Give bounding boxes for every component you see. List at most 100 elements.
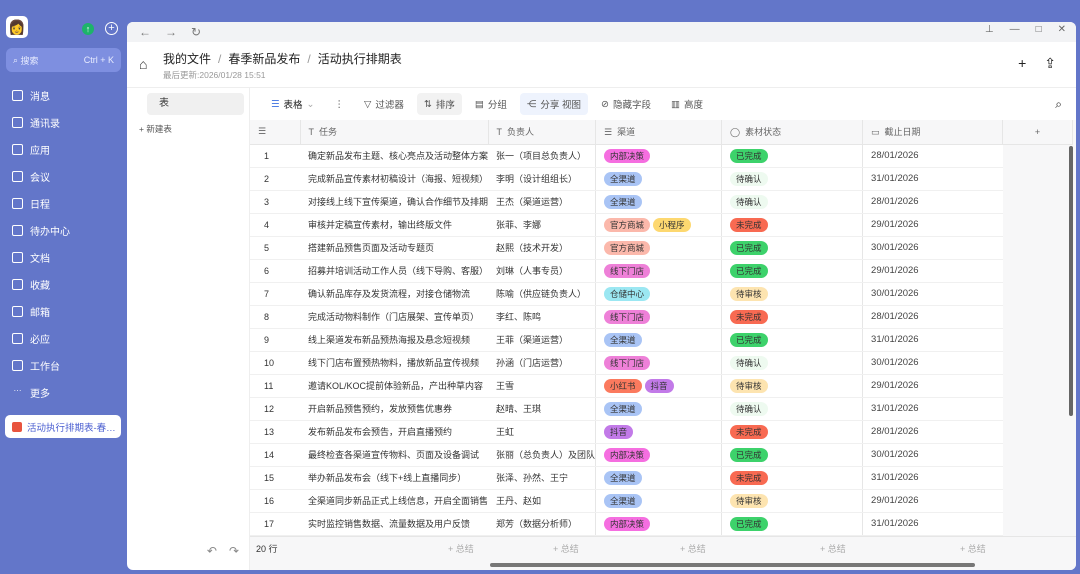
table-tab[interactable]: 表 (147, 93, 244, 115)
home-icon[interactable]: ⌂ (139, 56, 147, 72)
status-cell[interactable]: 已完成 (721, 259, 863, 283)
status-cell[interactable]: 待确认 (721, 167, 863, 191)
sidebar-item[interactable]: 邮箱 (0, 298, 127, 325)
task-cell[interactable]: 确认新品库存及发货流程，对接仓储物流 (300, 282, 489, 306)
owner-cell[interactable]: 赵晴、王琪 (488, 397, 597, 421)
deadline-cell[interactable]: 29/01/2026 (862, 259, 1003, 283)
vertical-scrollbar[interactable] (1069, 146, 1073, 416)
table-row[interactable]: 13 发布新品发布会预告，开启直播预约 王虹 抖音 未完成 28/01/2026 (250, 420, 1073, 444)
channel-cell[interactable]: 抖音 (595, 420, 722, 444)
task-cell[interactable]: 招募并培训活动工作人员（线下导购、客服） (300, 259, 489, 283)
new-table-button[interactable]: + 新建表 (139, 123, 249, 135)
channel-cell[interactable]: 仓储中心 (595, 282, 722, 306)
table-row[interactable]: 7 确认新品库存及发货流程，对接仓储物流 陈喻（供应链负责人） 仓储中心 待审核… (250, 282, 1073, 306)
channel-cell[interactable]: 内部决策 (595, 512, 722, 536)
task-cell[interactable]: 审核并定稿宣传素材，输出终版文件 (300, 213, 489, 237)
channel-cell[interactable]: 全渠道 (595, 466, 722, 490)
refresh-icon[interactable]: ↻ (191, 25, 201, 39)
row-height-button[interactable]: ▥ 高度 (664, 93, 710, 115)
column-header-owner[interactable]: T 负责人 (488, 120, 597, 145)
status-cell[interactable]: 待审核 (721, 489, 863, 513)
deadline-cell[interactable]: 30/01/2026 (862, 443, 1003, 467)
sidebar-item[interactable]: 收藏 (0, 271, 127, 298)
task-cell[interactable]: 实时监控销售数据、流量数据及用户反馈 (300, 512, 489, 536)
task-cell[interactable]: 邀请KOL/KOC提前体验新品，产出种草内容 (300, 374, 489, 398)
pin-icon[interactable]: ⊥ (985, 24, 994, 35)
table-row[interactable]: 15 举办新品发布会（线下+线上直播同步） 张泽、孙然、王宁 全渠道 未完成 3… (250, 466, 1073, 490)
task-cell[interactable]: 线下门店布置预热物料，播放新品宣传视频 (300, 351, 489, 375)
deadline-cell[interactable]: 29/01/2026 (862, 374, 1003, 398)
owner-cell[interactable]: 王菲（渠道运营） (488, 328, 597, 352)
deadline-cell[interactable]: 31/01/2026 (862, 512, 1003, 536)
channel-cell[interactable]: 线下门店 (595, 259, 722, 283)
channel-cell[interactable]: 内部决策 (595, 144, 722, 168)
sort-button[interactable]: ⇅ 排序 (416, 93, 462, 115)
status-cell[interactable]: 已完成 (721, 443, 863, 467)
task-cell[interactable]: 线上渠道发布新品预热海报及悬念短视频 (300, 328, 489, 352)
owner-cell[interactable]: 赵熙（技术开发） (488, 236, 597, 260)
task-cell[interactable]: 举办新品发布会（线下+线上直播同步） (300, 466, 489, 490)
status-cell[interactable]: 未完成 (721, 420, 863, 444)
channel-cell[interactable]: 全渠道 (595, 397, 722, 421)
deadline-cell[interactable]: 30/01/2026 (862, 282, 1003, 306)
breadcrumb-item[interactable]: 春季新品发布 (228, 52, 300, 66)
status-cell[interactable]: 已完成 (721, 512, 863, 536)
minimize-icon[interactable]: — (1010, 24, 1020, 35)
add-icon[interactable]: + (105, 22, 118, 35)
deadline-cell[interactable]: 30/01/2026 (862, 351, 1003, 375)
channel-cell[interactable]: 小红书 抖音 (595, 374, 722, 398)
status-cell[interactable]: 待确认 (721, 190, 863, 214)
table-row[interactable]: 1 确定新品发布主题、核心亮点及活动整体方案 张一（项目总负责人） 内部决策 已… (250, 144, 1073, 168)
deadline-cell[interactable]: 28/01/2026 (862, 190, 1003, 214)
task-cell[interactable]: 完成活动物料制作（门店展架、宣传单页） (300, 305, 489, 329)
status-cell[interactable]: 未完成 (721, 305, 863, 329)
sidebar-item[interactable]: ··· 更多 (0, 379, 127, 406)
owner-cell[interactable]: 王虹 (488, 420, 597, 444)
owner-cell[interactable]: 刘琳（人事专员） (488, 259, 597, 283)
view-switcher[interactable]: ☰ 表格 ⌄ (264, 93, 322, 115)
redo-icon[interactable]: ↷ (229, 544, 239, 558)
channel-cell[interactable]: 全渠道 (595, 190, 722, 214)
deadline-cell[interactable]: 28/01/2026 (862, 420, 1003, 444)
channel-cell[interactable]: 全渠道 (595, 328, 722, 352)
add-column-button[interactable]: + (1002, 120, 1074, 145)
owner-cell[interactable]: 李红、陈鸣 (488, 305, 597, 329)
deadline-cell[interactable]: 31/01/2026 (862, 167, 1003, 191)
table-row[interactable]: 4 审核并定稿宣传素材，输出终版文件 张菲、李娜 官方商城 小程序 未完成 29/… (250, 213, 1073, 237)
deadline-cell[interactable]: 28/01/2026 (862, 305, 1003, 329)
summary-deadline[interactable]: + 总结 (960, 542, 986, 555)
update-icon[interactable]: ↑ (82, 23, 94, 35)
status-cell[interactable]: 待审核 (721, 374, 863, 398)
owner-cell[interactable]: 张菲、李娜 (488, 213, 597, 237)
status-cell[interactable]: 待确认 (721, 351, 863, 375)
channel-cell[interactable]: 线下门店 (595, 351, 722, 375)
status-cell[interactable]: 未完成 (721, 466, 863, 490)
maximize-icon[interactable]: □ (1036, 24, 1042, 35)
deadline-cell[interactable]: 28/01/2026 (862, 144, 1003, 168)
deadline-cell[interactable]: 29/01/2026 (862, 213, 1003, 237)
recent-doc-item[interactable]: 活动执行排期表-春季新品发布 (5, 415, 121, 438)
sidebar-item[interactable]: 文档 (0, 244, 127, 271)
sidebar-item[interactable]: 日程 (0, 190, 127, 217)
task-cell[interactable]: 全渠道同步新品正式上线信息，开启全面销售 (300, 489, 489, 513)
sidebar-item[interactable]: 消息 (0, 82, 127, 109)
table-row[interactable]: 9 线上渠道发布新品预热海报及悬念短视频 王菲（渠道运营） 全渠道 已完成 31… (250, 328, 1073, 352)
share-view-button[interactable]: ⋲ 分享 视图 (519, 93, 588, 115)
column-header-task[interactable]: T 任务 (300, 120, 489, 145)
table-row[interactable]: 16 全渠道同步新品正式上线信息，开启全面销售 王丹、赵如 全渠道 待审核 29… (250, 489, 1073, 513)
table-row[interactable]: 12 开启新品预售预约，发放预售优惠券 赵晴、王琪 全渠道 待确认 31/01/… (250, 397, 1073, 421)
owner-cell[interactable]: 陈喻（供应链负责人） (488, 282, 597, 306)
owner-cell[interactable]: 孙涵（门店运营） (488, 351, 597, 375)
forward-icon[interactable]: → (165, 25, 177, 39)
search-icon[interactable]: ⌕ (1055, 97, 1062, 112)
sidebar-item[interactable]: 通讯录 (0, 109, 127, 136)
owner-cell[interactable]: 李明（设计组组长） (488, 167, 597, 191)
avatar[interactable]: 👩 (6, 16, 28, 38)
deadline-cell[interactable]: 29/01/2026 (862, 489, 1003, 513)
owner-cell[interactable]: 张泽、孙然、王宁 (488, 466, 597, 490)
task-cell[interactable]: 发布新品发布会预告，开启直播预约 (300, 420, 489, 444)
task-cell[interactable]: 搭建新品预售页面及活动专题页 (300, 236, 489, 260)
sidebar-item[interactable]: 待办中心 (0, 217, 127, 244)
owner-cell[interactable]: 张一（项目总负责人） (488, 144, 597, 168)
summary-task[interactable]: + 总结 (448, 542, 474, 555)
